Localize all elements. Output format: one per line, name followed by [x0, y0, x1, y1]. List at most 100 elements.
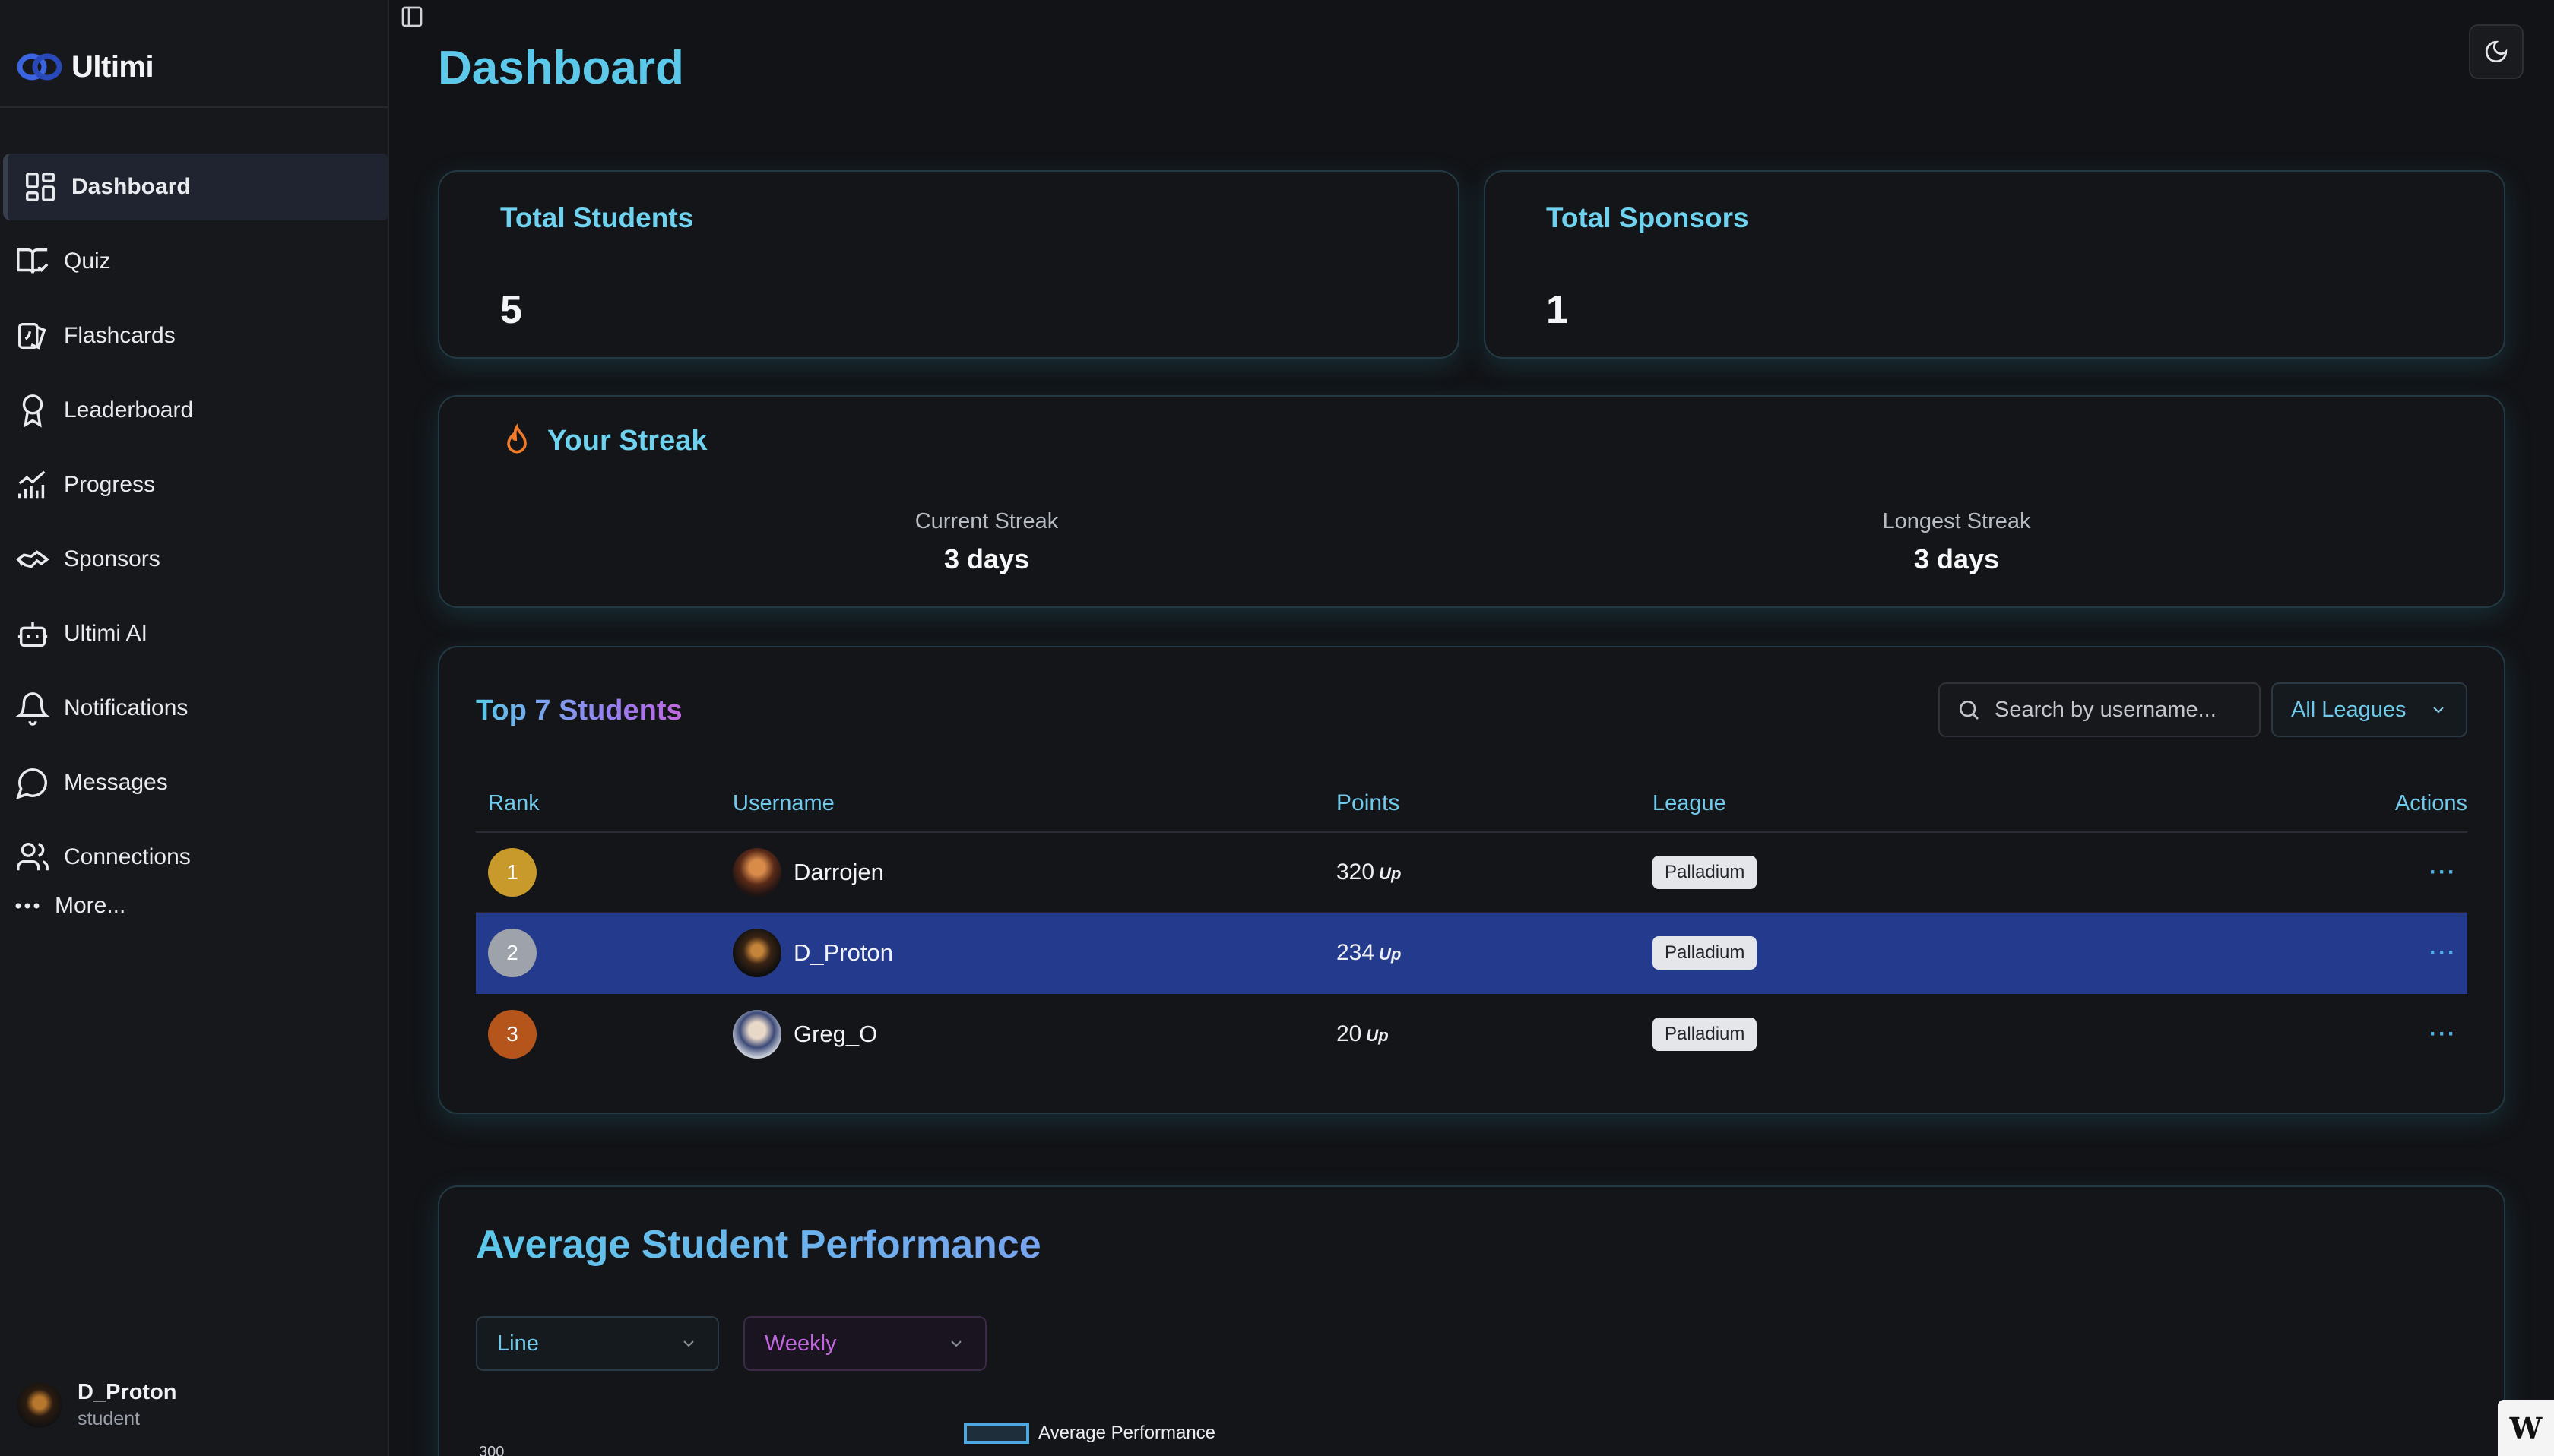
- sidebar-item-label: Ultimi AI: [64, 621, 148, 646]
- sidebar-item-quiz[interactable]: Quiz: [0, 228, 388, 295]
- chart-type-value: Line: [497, 1331, 539, 1356]
- sidebar-item-sponsors[interactable]: Sponsors: [0, 526, 388, 593]
- longest-streak-label: Longest Streak: [1882, 509, 2031, 533]
- w-logo-icon[interactable]: W: [2498, 1400, 2554, 1456]
- username[interactable]: Darrojen: [794, 859, 884, 886]
- avatar: [733, 929, 781, 977]
- award-icon: [22, 394, 43, 428]
- legend-label: Average Performance: [1038, 1423, 1216, 1443]
- sidebar-item-label: Sponsors: [64, 546, 160, 571]
- sidebar-item-label: Progress: [64, 472, 156, 497]
- chevron-down-icon: [683, 1340, 694, 1347]
- search-icon: [1960, 701, 1979, 720]
- sidebar-item-label: Quiz: [64, 248, 111, 274]
- points-unit: Up: [1379, 864, 1402, 883]
- chart-type-select[interactable]: Line: [476, 1316, 719, 1371]
- users-icon: [17, 843, 49, 871]
- sidebar-item-flashcards[interactable]: Flashcards: [0, 302, 388, 369]
- sidebar-item-notifications[interactable]: Notifications: [0, 675, 388, 742]
- column-header-points: Points: [1336, 790, 1400, 815]
- search-field[interactable]: [1938, 682, 2261, 737]
- user-name: D_Proton: [78, 1380, 177, 1404]
- points-value: 20: [1336, 1021, 1362, 1046]
- stat-title: Total Sponsors: [1546, 202, 1749, 233]
- more-dots-icon: [15, 903, 40, 909]
- sidebar-item-ultimi-ai[interactable]: Ultimi AI: [0, 600, 388, 667]
- sidebar-toggle-icon[interactable]: [400, 5, 424, 29]
- current-streak: Current Streak 3 days: [797, 509, 1177, 575]
- points-value: 320: [1336, 859, 1375, 885]
- table-row[interactable]: 1 Darrojen 320 Up Palladium ···: [476, 833, 2467, 913]
- sidebar-item-leaderboard[interactable]: Leaderboard: [0, 377, 388, 444]
- row-actions-button[interactable]: ···: [2429, 940, 2457, 965]
- league-filter-value: All Leagues: [2291, 697, 2407, 722]
- rank-badge: 3: [488, 1010, 537, 1059]
- flame-icon: [507, 423, 527, 454]
- bell-icon: [15, 692, 50, 726]
- sidebar-item-label: Dashboard: [71, 174, 191, 199]
- username[interactable]: Greg_O: [794, 1021, 877, 1048]
- sidebar-item-label: Flashcards: [64, 323, 176, 348]
- points-unit: Up: [1366, 1026, 1389, 1045]
- username[interactable]: D_Proton: [794, 939, 893, 967]
- column-header-league: League: [1652, 790, 1726, 815]
- chart-icon: [18, 470, 46, 499]
- longest-streak-value: 3 days: [1913, 543, 2000, 574]
- avatar: [17, 1382, 62, 1428]
- row-actions-button[interactable]: ···: [2429, 859, 2457, 885]
- sidebar-item-dashboard[interactable]: Dashboard: [3, 154, 388, 220]
- divider: [0, 106, 388, 108]
- league-filter-select[interactable]: All Leagues: [2271, 682, 2467, 737]
- message-icon: [16, 768, 47, 799]
- sidebar-item-label: Leaderboard: [64, 397, 194, 423]
- logo-icon: [17, 53, 62, 81]
- league-badge: Palladium: [1652, 1018, 1757, 1051]
- table-row[interactable]: 2 D_Proton 234 Up Palladium ···: [476, 913, 2467, 994]
- period-value: Weekly: [765, 1331, 837, 1356]
- chevron-down-icon: [951, 1340, 962, 1347]
- theme-toggle-button[interactable]: [2469, 24, 2524, 79]
- brand[interactable]: Ultimi: [14, 44, 154, 90]
- streak-header: Your Streak: [500, 423, 707, 459]
- sidebar-item-label: Messages: [64, 770, 168, 795]
- current-streak-label: Current Streak: [914, 509, 1059, 533]
- dashboard-icon: [26, 173, 55, 201]
- table-row[interactable]: 3 Greg_O 20 Up Palladium ···: [476, 994, 2467, 1075]
- current-streak-value: 3 days: [943, 543, 1030, 574]
- students-table: Rank Username Points League Actions 1 Da…: [476, 775, 2467, 1075]
- top-students-card: Top 7 Students All Leagues Rank Username…: [438, 646, 2505, 1114]
- brand-name: Ultimi: [71, 49, 154, 84]
- quiz-book-icon: [17, 248, 49, 274]
- chart-legend[interactable]: Average Performance: [964, 1423, 1215, 1444]
- league-badge: Palladium: [1652, 856, 1757, 889]
- sidebar-item-label: Notifications: [64, 695, 189, 720]
- search-input[interactable]: [1995, 697, 2238, 723]
- user-role: student: [78, 1408, 141, 1429]
- performance-title: Average Student Performance: [476, 1223, 1041, 1267]
- sidebar-nav: Dashboard Quiz Flashcards Leaderboard Pr…: [0, 154, 388, 929]
- top-students-title: Top 7 Students: [476, 695, 683, 726]
- avatar: [733, 1010, 781, 1059]
- league-badge: Palladium: [1652, 936, 1757, 970]
- sidebar-item-messages[interactable]: Messages: [0, 749, 388, 816]
- performance-card: Average Student Performance Line Weekly …: [438, 1185, 2505, 1456]
- total-sponsors-card: Total Sponsors 1: [1484, 170, 2505, 359]
- points-unit: Up: [1379, 945, 1402, 964]
- column-header-actions: Actions: [2394, 790, 2467, 815]
- sidebar-more[interactable]: More...: [0, 883, 388, 929]
- points-value: 234: [1336, 940, 1375, 965]
- sidebar-item-connections[interactable]: Connections: [0, 824, 388, 891]
- column-header-username: Username: [733, 790, 835, 815]
- sidebar: Ultimi Dashboard Quiz Flashcards Leaderb…: [0, 0, 389, 1456]
- legend-swatch: [964, 1423, 1029, 1444]
- user-profile[interactable]: D_Proton student: [17, 1380, 177, 1430]
- period-select[interactable]: Weekly: [743, 1316, 987, 1371]
- sidebar-item-progress[interactable]: Progress: [0, 451, 388, 518]
- row-actions-button[interactable]: ···: [2429, 1021, 2457, 1046]
- streak-card: Your Streak Current Streak 3 days Longes…: [438, 395, 2505, 608]
- rank-badge: 2: [488, 929, 537, 977]
- sidebar-more-label: More...: [55, 893, 126, 918]
- stat-value: 5: [500, 288, 522, 332]
- streak-title: Your Streak: [547, 424, 708, 457]
- column-header-rank: Rank: [488, 790, 540, 815]
